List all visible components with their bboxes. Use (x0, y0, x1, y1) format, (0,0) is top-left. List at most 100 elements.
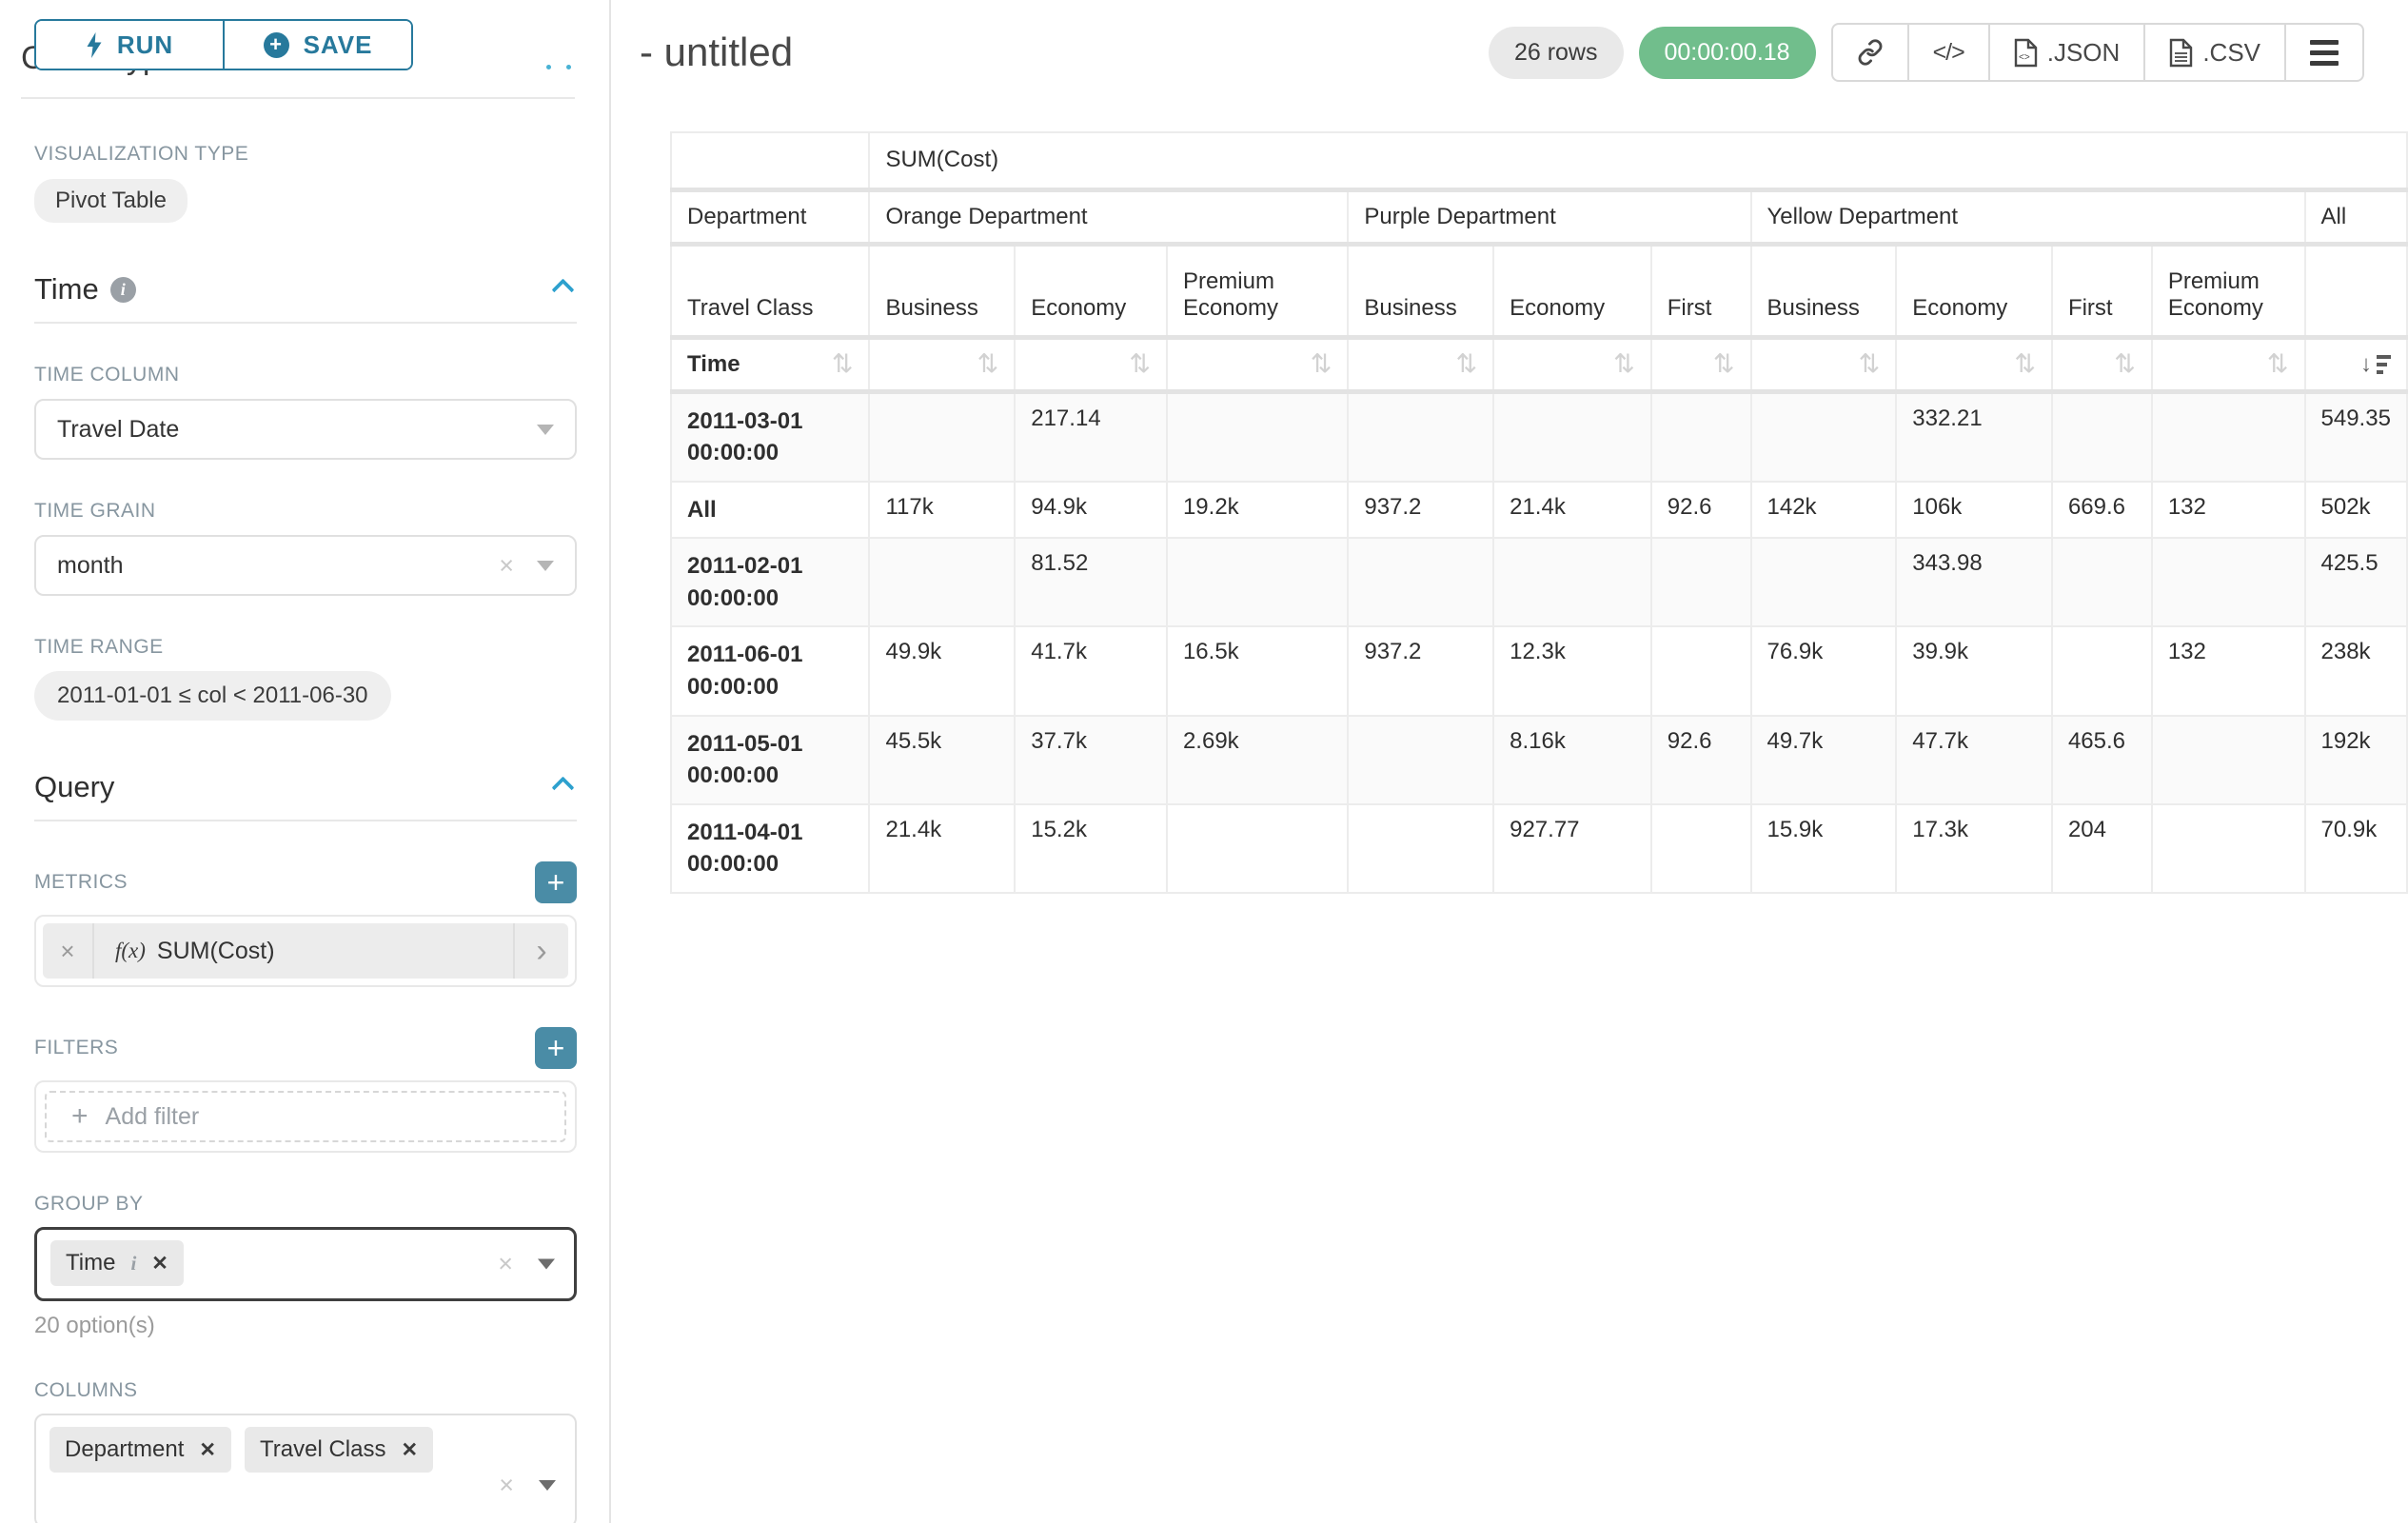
menu-button[interactable] (2284, 25, 2362, 80)
group-by-select[interactable]: Time i ✕ × (34, 1227, 577, 1301)
pivot-col-header: Business (1751, 244, 1897, 337)
run-button[interactable]: RUN (36, 21, 223, 69)
pivot-cell (1348, 538, 1493, 626)
pivot-row-label: 2011-03-01 00:00:00 (671, 391, 869, 482)
pivot-cell: 49.9k (869, 626, 1015, 715)
time-range-pill[interactable]: 2011-01-01 ≤ col < 2011-06-30 (34, 671, 391, 721)
sort-icon: ⇅ (2014, 351, 2036, 377)
viz-type-chip[interactable]: Pivot Table (34, 179, 188, 223)
pivot-cell: 21.4k (869, 804, 1015, 893)
time-grain-select[interactable]: month × (34, 535, 577, 596)
expand-metric-icon[interactable]: › (513, 923, 568, 979)
pivot-sort-header[interactable]: ⇅ (2052, 337, 2152, 391)
time-column-select[interactable]: Travel Date (34, 399, 577, 460)
pivot-col-dimension-label: Department (671, 189, 869, 244)
clear-icon[interactable]: × (498, 1250, 513, 1279)
pivot-cell: 15.2k (1015, 804, 1167, 893)
column-chip[interactable]: Department ✕ (49, 1427, 231, 1473)
group-by-chip[interactable]: Time i ✕ (50, 1240, 184, 1286)
columns-select[interactable]: Department✕Travel Class✕ × (34, 1414, 577, 1523)
pivot-cell: 192k (2305, 716, 2407, 804)
clear-icon[interactable]: × (499, 1471, 514, 1500)
run-button-label: RUN (117, 30, 173, 60)
share-link-button[interactable] (1833, 25, 1907, 80)
panel-resize-handle-dots[interactable] (546, 65, 571, 69)
menu-icon (2310, 40, 2339, 66)
pivot-cell: 106k (1896, 482, 2052, 539)
pivot-row-label: 2011-02-01 00:00:00 (671, 538, 869, 626)
caret-down-icon (537, 425, 554, 435)
pivot-cell: 669.6 (2052, 482, 2152, 539)
csv-file-icon (2169, 38, 2193, 68)
pivot-cell: 927.77 (1493, 804, 1651, 893)
chevron-up-icon[interactable] (551, 776, 574, 799)
add-metric-button[interactable]: + (535, 861, 577, 903)
pivot-sort-header[interactable]: ⇅ (2152, 337, 2305, 391)
query-section: Query METRICS + × f(x) SUM(Cost) › FILTE… (0, 770, 609, 1523)
view-query-button[interactable]: </> (1907, 25, 1988, 80)
remove-metric-icon[interactable]: × (43, 923, 94, 979)
pivot-col-header: Business (1348, 244, 1493, 337)
remove-chip-icon[interactable]: ✕ (151, 1252, 168, 1276)
time-section-title: Time (34, 272, 99, 307)
pivot-cell: 217.14 (1015, 391, 1167, 482)
pivot-col-header: First (1651, 244, 1751, 337)
clear-icon[interactable]: × (499, 551, 514, 581)
pivot-cell (2152, 538, 2305, 626)
pivot-cell: 17.3k (1896, 804, 2052, 893)
pivot-cell (1167, 391, 1348, 482)
save-button[interactable]: + SAVE (225, 21, 411, 69)
pivot-sort-header[interactable]: Time⇅ (671, 337, 869, 391)
pivot-cell (1493, 391, 1651, 482)
function-icon: f(x) (115, 939, 146, 963)
caret-down-icon (538, 1259, 555, 1270)
pivot-sort-header[interactable]: ⇅ (1348, 337, 1493, 391)
pivot-row-label: 2011-04-01 00:00:00 (671, 804, 869, 893)
pivot-sort-header[interactable]: ⇅ (1651, 337, 1751, 391)
metrics-label: METRICS (34, 871, 128, 894)
pivot-cell: 21.4k (1493, 482, 1651, 539)
pivot-cell: 19.2k (1167, 482, 1348, 539)
pivot-cell: 238k (2305, 626, 2407, 715)
add-filter-dropzone[interactable]: + Add filter (45, 1091, 566, 1142)
pivot-cell (2052, 626, 2152, 715)
time-column-value: Travel Date (57, 416, 179, 444)
pivot-cell: 39.9k (1896, 626, 2052, 715)
pivot-cell (869, 391, 1015, 482)
pivot-sort-header[interactable]: ⇅ (1896, 337, 2052, 391)
pivot-cell (1651, 538, 1751, 626)
pivot-cell (1751, 391, 1897, 482)
chevron-up-icon[interactable] (551, 278, 574, 301)
sort-icon: ⇅ (1129, 351, 1151, 377)
pivot-sort-header[interactable]: ⇅ (1167, 337, 1348, 391)
metric-pill[interactable]: × f(x) SUM(Cost) › (43, 923, 568, 979)
remove-chip-icon[interactable]: ✕ (199, 1438, 216, 1462)
pivot-sort-header[interactable]: ↓ (2305, 337, 2407, 391)
pivot-cell (1348, 391, 1493, 482)
pivot-sort-header[interactable]: ⇅ (869, 337, 1015, 391)
remove-chip-icon[interactable]: ✕ (401, 1438, 418, 1462)
pivot-cell (1348, 804, 1493, 893)
pivot-sort-header[interactable]: ⇅ (1015, 337, 1167, 391)
pivot-cell: 15.9k (1751, 804, 1897, 893)
pivot-col-header: Economy (1493, 244, 1651, 337)
export-json-button[interactable]: <> .JSON (1988, 25, 2144, 80)
pivot-cell (2152, 391, 2305, 482)
link-icon (1857, 39, 1884, 66)
chart-title[interactable]: - untitled (640, 30, 793, 75)
time-grain-label: TIME GRAIN (34, 500, 577, 523)
add-filter-button[interactable]: + (535, 1027, 577, 1069)
pivot-cell: 92.6 (1651, 482, 1751, 539)
column-chip[interactable]: Travel Class✕ (245, 1427, 433, 1473)
column-chip-label: Department (65, 1436, 184, 1463)
pivot-sort-header[interactable]: ⇅ (1751, 337, 1897, 391)
section-divider (21, 97, 575, 99)
pivot-col-header: Business (869, 244, 1015, 337)
pivot-col-header: Premium Economy (1167, 244, 1348, 337)
pivot-col-header: Economy (1896, 244, 2052, 337)
control-panel: Chart Type RUN + SAVE VISUALIZATION TYPE… (0, 0, 611, 1523)
pivot-cell: 937.2 (1348, 482, 1493, 539)
chart-panel: - untitled 26 rows 00:00:00.18 </> (611, 0, 2408, 1523)
pivot-sort-header[interactable]: ⇅ (1493, 337, 1651, 391)
export-csv-button[interactable]: .CSV (2143, 25, 2284, 80)
